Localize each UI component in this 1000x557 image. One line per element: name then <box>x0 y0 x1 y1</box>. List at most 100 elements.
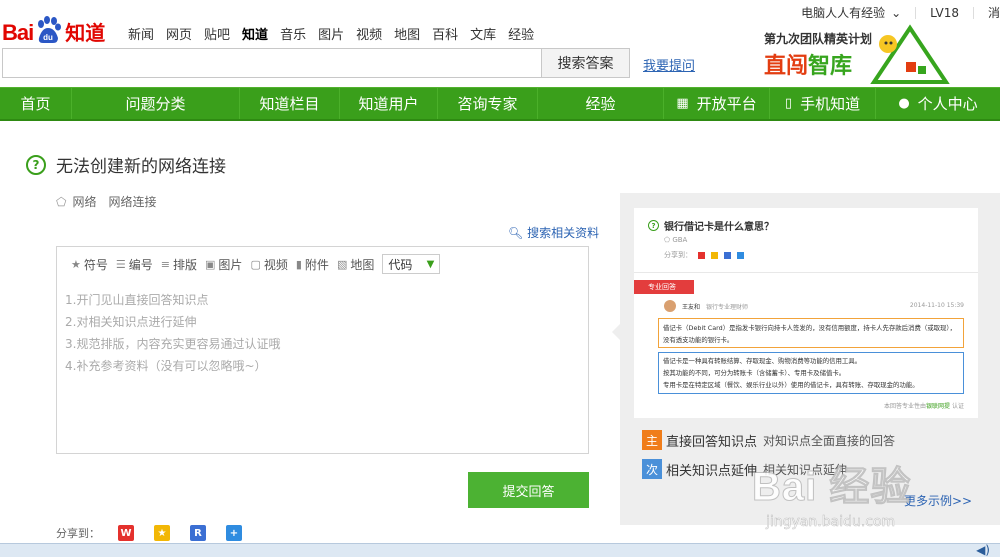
nav-item-categories[interactable]: 问题分类 <box>72 88 240 119</box>
nav-item-columns[interactable]: 知道栏目 <box>240 88 340 119</box>
toolbar-video-button[interactable]: ▢ 视频 <box>250 256 287 273</box>
avatar <box>664 300 676 312</box>
example-extension-line: 专用卡是在特定区域（餐饮、娱乐行业以外）使用的借记卡，具有转账、存取现金的功能。 <box>663 381 919 389</box>
chevron-down-icon[interactable]: ⌄ <box>891 6 901 20</box>
search-related-link[interactable]: 🔍︎ 搜索相关资料 <box>508 224 599 241</box>
search-input[interactable] <box>3 49 541 77</box>
example-author-title: 银行专业理财师 <box>706 304 749 311</box>
search-box <box>2 48 542 78</box>
panel-notch <box>612 322 622 342</box>
placeholder-line: 3.规范排版，内容充实更容易通过认证哦 <box>65 337 281 351</box>
tag-link[interactable]: 网络 <box>72 193 96 210</box>
product-nav-item[interactable]: 图片 <box>318 24 344 43</box>
submit-answer-button[interactable]: 提交回答 <box>468 472 589 508</box>
toolbar-image-button[interactable]: ▣ 图片 <box>205 256 242 273</box>
example-extension-line: 按其功能的不同，可分为转账卡（含储蓄卡）、专用卡及储值卡。 <box>663 369 846 377</box>
product-nav-item[interactable]: 地图 <box>394 24 420 43</box>
nav-item-personal-center[interactable]: ● 个人中心 <box>876 88 1000 119</box>
video-icon: ▢ <box>250 257 261 271</box>
product-nav-item[interactable]: 文库 <box>470 24 496 43</box>
username-link[interactable]: 电脑人人有经验 <box>801 4 885 21</box>
question-mark-icon: ? <box>26 154 46 175</box>
numbered-list-icon: ☰ <box>115 257 126 271</box>
qzone-icon[interactable]: ★ <box>154 525 170 541</box>
user-level[interactable]: LV18 <box>930 6 959 20</box>
toolbar-symbol-button[interactable]: ★ 符号 <box>71 256 108 273</box>
code-select[interactable]: 代码 ▼ <box>382 254 441 274</box>
editor-toolbar: ★ 符号 ☰ 编号 ≡ 排版 ▣ 图片 ▢ 视频 ▮ 附件 ▧ 地图 代码 ▼ <box>57 247 588 281</box>
speaker-icon[interactable]: ◀) <box>976 543 990 557</box>
weibo-icon <box>698 251 705 259</box>
nav-item-experience[interactable]: 经验 <box>538 88 664 119</box>
nav-item-mobile[interactable]: ▯ 手机知道 <box>770 88 876 119</box>
banner-triangle-mascot-icon <box>870 24 950 84</box>
code-select-value: 代码 <box>388 257 413 272</box>
question-mark-icon: ? <box>648 220 659 231</box>
map-icon: ▧ <box>336 257 348 271</box>
search-answer-button[interactable]: 搜索答案 <box>542 48 630 78</box>
example-share: 分享到： <box>664 250 744 260</box>
logo-bai: Bai <box>2 20 34 45</box>
weibo-icon[interactable]: W <box>118 525 134 541</box>
nav-item-home[interactable]: 首页 <box>0 88 72 119</box>
tag-icon: ⬠ <box>56 194 67 209</box>
product-nav-item[interactable]: 音乐 <box>280 24 306 43</box>
nav-item-users[interactable]: 知道用户 <box>340 88 438 119</box>
nav-item-experts[interactable]: 咨询专家 <box>438 88 538 119</box>
question-header: ? 无法创建新的网络连接 <box>26 152 226 177</box>
editor-textarea[interactable]: 1.开门见山直接回答知识点 2.对相关知识点进行延伸 3.规范排版，内容充实更容… <box>57 281 588 377</box>
toolbar-label: 视频 <box>263 257 288 272</box>
image-icon: ▣ <box>205 257 216 271</box>
banner-line2: 直闯智库 <box>764 48 852 80</box>
more-share-icon[interactable]: + <box>226 525 242 541</box>
toolbar-label: 编号 <box>128 257 153 272</box>
grid-icon: ▦ <box>676 96 689 111</box>
toolbar-map-button[interactable]: ▧ 地图 <box>337 256 374 273</box>
nav-label: 经验 <box>585 95 616 113</box>
example-main-answer: 借记卡（Debit Card）是指发卡银行向持卡人签发的，没有信用额度，持卡人先… <box>658 318 964 348</box>
promo-banner[interactable]: 第九次团队精英计划 直闯智库 <box>764 24 950 84</box>
placeholder-line: 1.开门见山直接回答知识点 <box>65 293 209 307</box>
banner-line1: 第九次团队精英计划 <box>764 30 872 47</box>
toolbar-label: 图片 <box>218 257 243 272</box>
example-date: 2014-11-10 15:39 <box>909 302 964 309</box>
tag-link[interactable]: 网络连接 <box>108 193 156 210</box>
toolbar-layout-button[interactable]: ≡ 排版 <box>161 256 197 273</box>
messages-link[interactable]: 消息 <box>988 4 1000 21</box>
example-question: ? 银行借记卡是什么意思？ <box>648 218 774 233</box>
renren-icon[interactable]: R <box>190 525 206 541</box>
product-nav-item-active[interactable]: 知道 <box>242 24 268 43</box>
example-share-label: 分享到： <box>664 251 692 259</box>
star-icon: ★ <box>71 257 81 271</box>
ask-question-link[interactable]: 我要提问 <box>643 55 695 74</box>
example-tag: ⬠ GBA <box>664 236 687 244</box>
toolbar-label: 地图 <box>350 257 375 272</box>
question-tags: ⬠ 网络 网络连接 <box>56 193 168 210</box>
share-label: 分享到： <box>56 527 100 540</box>
nav-label: 首页 <box>20 95 51 113</box>
baidu-zhidao-logo[interactable]: Bai du 知道 <box>2 6 105 46</box>
answer-editor: ★ 符号 ☰ 编号 ≡ 排版 ▣ 图片 ▢ 视频 ▮ 附件 ▧ 地图 代码 ▼ 1.开门见山直接… <box>56 246 589 454</box>
example-footer-pre: 本回答专业性由 <box>884 403 927 410</box>
example-extension-line: 借记卡是一种具有转账结算、存取现金、购物消费等功能的信用工具。 <box>663 357 862 365</box>
nav-item-open-platform[interactable]: ▦ 开放平台 <box>664 88 770 119</box>
product-nav-item[interactable]: 视频 <box>356 24 382 43</box>
paw-logo-icon: du <box>34 16 62 44</box>
nav-label: 咨询专家 <box>457 95 518 113</box>
banner-line1-rest: 团队精英计划 <box>800 32 873 46</box>
qzone-icon <box>711 251 718 259</box>
more-examples-link[interactable]: 更多示例>> <box>904 492 972 509</box>
more-share-icon <box>737 251 744 259</box>
logo-zhidao: 知道 <box>65 21 106 45</box>
toolbar-attachment-button[interactable]: ▮ 附件 <box>296 256 329 273</box>
product-nav-item[interactable]: 网页 <box>166 24 192 43</box>
example-question-text: 银行借记卡是什么意思？ <box>664 222 774 233</box>
product-nav-item[interactable]: 百科 <box>432 24 458 43</box>
example-footer-link: 银联网提 <box>926 403 951 410</box>
product-nav-item[interactable]: 经验 <box>508 24 534 43</box>
banner-line2-red: 直闯 <box>764 54 809 79</box>
product-nav-item[interactable]: 贴吧 <box>204 24 230 43</box>
product-nav-item[interactable]: 新闻 <box>128 24 154 43</box>
toolbar-numbering-button[interactable]: ☰ 编号 <box>116 256 153 273</box>
example-author: 王友和 银行专业理财师 <box>682 302 748 311</box>
